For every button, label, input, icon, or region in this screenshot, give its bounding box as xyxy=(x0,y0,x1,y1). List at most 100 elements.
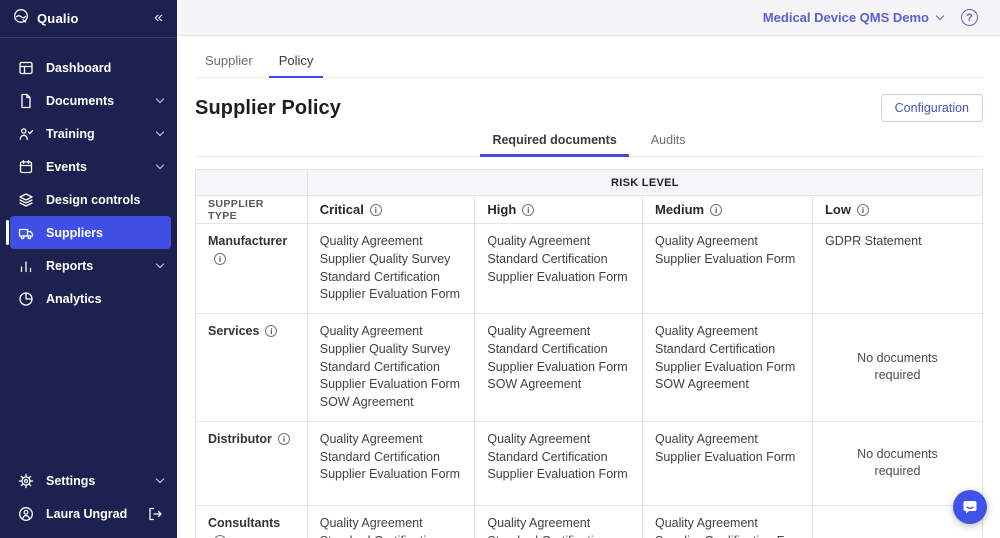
sidebar-item-suppliers[interactable]: Suppliers xyxy=(10,216,171,249)
sidebar-item-label: Laura Ungrad xyxy=(46,507,135,521)
table-row: Consultants i Quality AgreementStandard Ce… xyxy=(196,505,983,538)
documents-cell-high: Quality AgreementStandard CertificationS… xyxy=(475,314,643,422)
sidebar-item-label: Settings xyxy=(46,474,145,488)
info-icon[interactable]: i xyxy=(522,204,534,216)
help-icon[interactable]: ? xyxy=(961,9,978,26)
sidebar-item-events[interactable]: Events xyxy=(10,150,171,183)
bar-chart-icon xyxy=(18,258,34,274)
chat-button[interactable] xyxy=(953,490,987,524)
document-item: Standard Certification xyxy=(487,449,630,467)
supplier-type-cell: Manufacturer i xyxy=(196,224,308,314)
sidebar-item-label: Documents xyxy=(46,94,145,108)
document-icon xyxy=(18,93,34,109)
table-row: Services i Quality AgreementSupplier Quali… xyxy=(196,314,983,422)
document-item: Standard Certification xyxy=(487,341,630,359)
supplier-type-label: Consultants xyxy=(208,516,280,530)
document-item: Supplier Evaluation Form xyxy=(655,449,800,467)
page-content: SupplierPolicy Supplier Policy Configura… xyxy=(177,36,1000,538)
documents-cell-critical: Quality AgreementStandard CertificationS… xyxy=(307,421,475,505)
document-item: Standard Certification xyxy=(320,449,463,467)
sidebar-nav: Dashboard Documents Training Events Design c… xyxy=(0,38,177,464)
documents-cell-low: No documents required xyxy=(812,421,982,505)
no-documents-text: No documents required xyxy=(847,350,947,386)
sidebar-item-design-controls[interactable]: Design controls xyxy=(10,183,171,216)
chevron-down-icon xyxy=(156,94,164,102)
info-icon[interactable]: i xyxy=(710,204,722,216)
sidebar-item-training[interactable]: Training xyxy=(10,117,171,150)
supplier-type-label: Manufacturer xyxy=(208,234,287,248)
document-item: Standard Certification xyxy=(655,341,800,359)
sidebar-item-label: Suppliers xyxy=(46,226,163,240)
document-item: Supplier Qualification Form xyxy=(655,533,800,538)
sidebar-item-dashboard[interactable]: Dashboard xyxy=(10,51,171,84)
document-item: Supplier Evaluation Form xyxy=(655,359,800,377)
risk-column-label: Low xyxy=(825,202,851,217)
info-icon[interactable]: i xyxy=(278,433,290,445)
sidebar-item-label: Events xyxy=(46,160,145,174)
document-item: Supplier Evaluation Form xyxy=(320,286,463,304)
document-item: Supplier Evaluation Form xyxy=(487,269,630,287)
document-item: Standard Certification xyxy=(487,251,630,269)
configuration-button[interactable]: Configuration xyxy=(881,94,983,122)
sidebar-item-documents[interactable]: Documents xyxy=(10,84,171,117)
info-icon[interactable]: i xyxy=(265,325,277,337)
sidebar-collapse-icon[interactable]: « xyxy=(154,10,163,28)
supplier-type-label: Distributor xyxy=(208,432,272,446)
dashboard-icon xyxy=(18,60,34,76)
chevron-down-icon xyxy=(156,127,164,135)
document-item: SOW Agreement xyxy=(655,376,800,394)
info-icon[interactable]: i xyxy=(857,204,869,216)
qualio-logo-icon xyxy=(13,8,29,29)
truck-icon xyxy=(18,225,34,241)
document-item: Quality Agreement xyxy=(655,323,800,341)
column-header-row: SUPPLIER TYPE CriticaliHighiMediumiLowi xyxy=(196,196,983,224)
document-item: Supplier Evaluation Form xyxy=(655,251,800,269)
supplier-type-label: Services xyxy=(208,324,259,338)
risk-column-header-medium: Mediumi xyxy=(643,196,813,224)
topbar: Medical Device QMS Demo ? xyxy=(177,0,1000,36)
page-header: Supplier Policy Configuration xyxy=(195,94,983,122)
document-item: Supplier Quality Survey xyxy=(320,251,463,269)
sidebar: Qualio « Dashboard Documents Training Event… xyxy=(0,0,177,538)
sidebar-item-label: Design controls xyxy=(46,193,163,207)
documents-cell-critical: Quality AgreementSupplier Quality Survey… xyxy=(307,314,475,422)
no-documents-text: No documents required xyxy=(847,446,947,482)
logout-icon[interactable] xyxy=(147,506,163,522)
risk-column-header-high: Highi xyxy=(475,196,643,224)
main-area: Medical Device QMS Demo ? SupplierPolicy… xyxy=(177,0,1000,538)
sidebar-item-reports[interactable]: Reports xyxy=(10,249,171,282)
document-item: Quality Agreement xyxy=(320,323,463,341)
chevron-down-icon xyxy=(936,11,944,19)
risk-column-label: Medium xyxy=(655,202,704,217)
info-icon[interactable]: i xyxy=(370,204,382,216)
info-icon[interactable]: i xyxy=(214,535,226,538)
tab-supplier[interactable]: Supplier xyxy=(195,47,263,78)
documents-cell-medium: Quality AgreementStandard CertificationS… xyxy=(643,314,813,422)
sidebar-item-label: Training xyxy=(46,127,145,141)
gear-icon xyxy=(18,473,34,489)
documents-cell-medium: Quality AgreementSupplier Evaluation For… xyxy=(643,224,813,314)
info-icon[interactable]: i xyxy=(214,253,226,265)
documents-cell-critical: Quality AgreementStandard CertificationS… xyxy=(307,505,475,538)
brand-name: Qualio xyxy=(37,11,146,26)
page-title: Supplier Policy xyxy=(195,97,341,120)
sidebar-footer: Settings Laura Ungrad xyxy=(0,464,177,538)
user-icon xyxy=(18,506,34,522)
document-item: Quality Agreement xyxy=(487,233,630,251)
sidebar-item-analytics[interactable]: Analytics xyxy=(10,282,171,315)
document-item: Supplier Evaluation Form xyxy=(320,466,463,484)
documents-cell-medium: Quality AgreementSupplier Qualification … xyxy=(643,505,813,538)
sidebar-item-settings[interactable]: Settings xyxy=(10,464,171,497)
documents-cell-low: GDPR Statement xyxy=(812,224,982,314)
tab-policy[interactable]: Policy xyxy=(269,47,324,78)
sidebar-item-laura-ungrad[interactable]: Laura Ungrad xyxy=(10,497,171,530)
documents-cell-high: Quality AgreementStandard CertificationS… xyxy=(475,224,643,314)
calendar-icon xyxy=(18,159,34,175)
subtab-required-documents[interactable]: Required documents xyxy=(480,126,628,157)
subtab-audits[interactable]: Audits xyxy=(639,126,698,157)
document-item: Quality Agreement xyxy=(655,431,800,449)
workspace-selector[interactable]: Medical Device QMS Demo xyxy=(763,10,943,25)
risk-level-row: RISK LEVEL xyxy=(196,170,983,196)
documents-cell-high: Quality AgreementStandard CertificationS… xyxy=(475,421,643,505)
document-item: Quality Agreement xyxy=(655,515,800,533)
